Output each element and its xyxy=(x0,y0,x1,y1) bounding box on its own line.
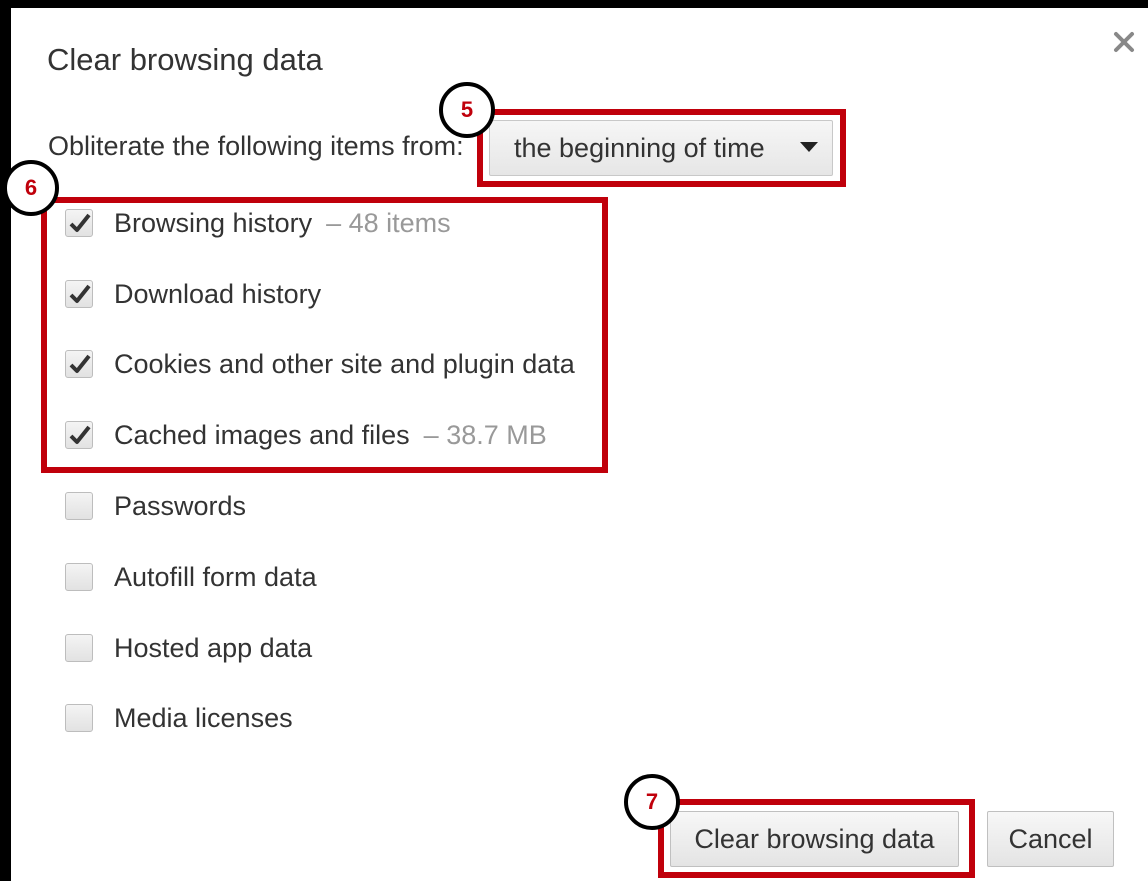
step-marker-5: 5 xyxy=(439,82,495,138)
highlight-time-range xyxy=(477,109,846,187)
highlight-clear-button xyxy=(658,799,975,878)
step-marker-6: 6 xyxy=(3,160,59,216)
time-range-prompt: Obliterate the following items from: xyxy=(48,131,464,161)
option-autofill[interactable]: Autofill form data xyxy=(65,560,317,594)
media-licenses-checkbox[interactable] xyxy=(65,704,93,732)
autofill-checkbox[interactable] xyxy=(65,563,93,591)
passwords-checkbox[interactable] xyxy=(65,492,93,520)
autofill-label: Autofill form data xyxy=(114,561,317,592)
media-licenses-label: Media licenses xyxy=(114,702,293,733)
option-passwords[interactable]: Passwords xyxy=(65,489,246,523)
close-icon[interactable] xyxy=(1110,28,1138,56)
step-marker-7: 7 xyxy=(624,774,680,830)
dialog-title: Clear browsing data xyxy=(47,42,323,77)
hosted-app-data-label: Hosted app data xyxy=(114,632,313,663)
option-media-licenses[interactable]: Media licenses xyxy=(65,701,293,735)
passwords-label: Passwords xyxy=(114,490,247,521)
cancel-button[interactable]: Cancel xyxy=(987,811,1114,867)
hosted-app-data-checkbox[interactable] xyxy=(65,634,93,662)
option-hosted-app-data[interactable]: Hosted app data xyxy=(65,631,312,665)
highlight-checked-options xyxy=(41,197,608,473)
